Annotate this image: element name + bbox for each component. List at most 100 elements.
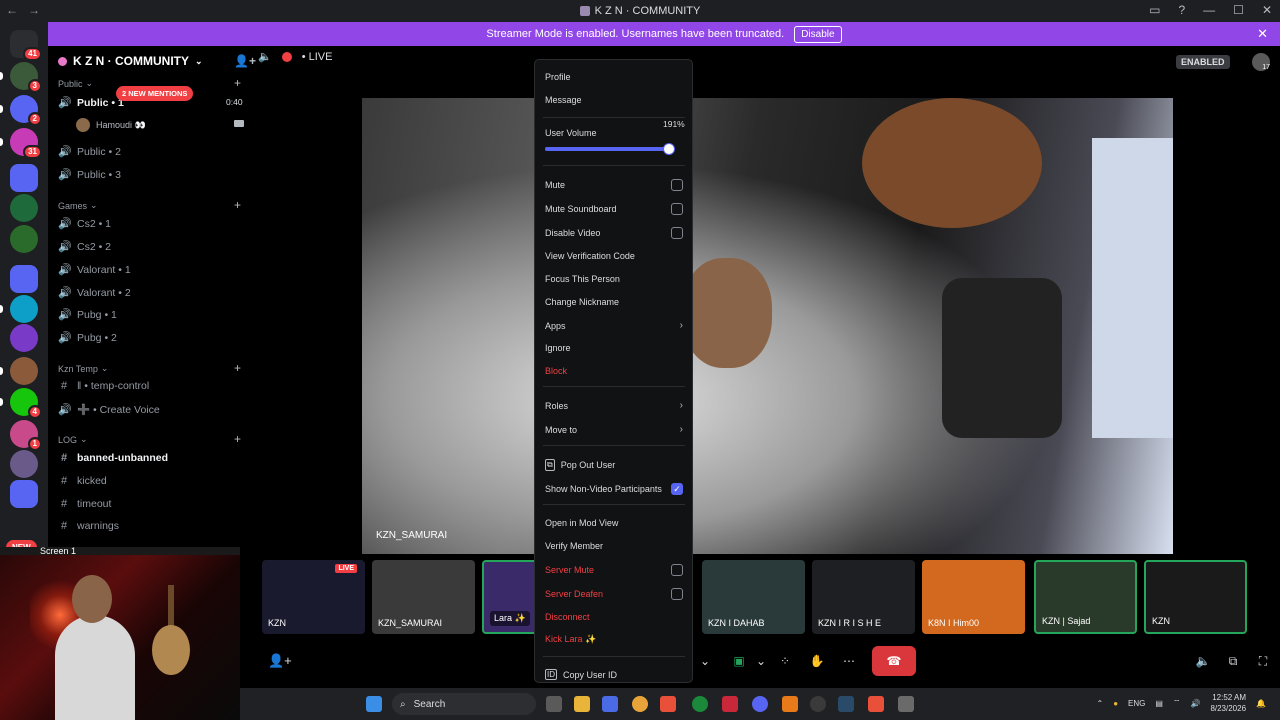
main-video[interactable] <box>362 98 1173 554</box>
fullscreen-icon[interactable]: ⛶ <box>1252 650 1274 672</box>
obs-icon[interactable] <box>810 696 826 712</box>
wifi-icon[interactable]: ⌔ <box>1173 698 1181 708</box>
more-icon[interactable]: ⋯ <box>838 650 860 672</box>
channel-item[interactable]: # ‖ • temp-control <box>58 380 248 392</box>
task-view-icon[interactable] <box>546 696 562 712</box>
channel-item[interactable]: 🔊 ➕ • Create Voice <box>58 403 248 416</box>
discord-icon[interactable] <box>752 696 768 712</box>
clock[interactable]: 12:52 AM 8/23/2026 <box>1210 692 1246 714</box>
terminal-icon[interactable] <box>898 696 914 712</box>
add-channel-icon[interactable]: + <box>234 432 241 446</box>
server-header[interactable]: K Z N · COMMUNITY ⌄ 👤+ <box>58 54 256 68</box>
server-icon[interactable] <box>10 164 38 192</box>
participant-tile[interactable]: KZN <box>1144 560 1247 634</box>
channel-category[interactable]: Games ⌄ + <box>58 198 241 212</box>
participant-tile[interactable]: K8N I Him00 <box>922 560 1025 634</box>
language-indicator[interactable]: ENG <box>1128 699 1145 708</box>
chevron-up-icon[interactable]: ⌃ <box>1096 699 1103 708</box>
channel-item[interactable]: # banned-unbanned <box>58 452 248 464</box>
windows-start-icon[interactable] <box>366 696 382 712</box>
menu-item-message[interactable]: Message <box>545 95 683 105</box>
menu-item-server-deafen[interactable]: Server Deafen <box>545 588 683 600</box>
channel-item[interactable]: 🔊 Valorant • 1 <box>58 263 248 277</box>
server-icon[interactable]: 1 <box>10 420 42 451</box>
help-icon[interactable]: ? <box>1178 3 1185 17</box>
brave-icon[interactable] <box>660 696 676 712</box>
menu-item-block[interactable]: Block <box>545 366 683 376</box>
checkbox[interactable] <box>671 179 683 191</box>
server-icon[interactable] <box>10 357 38 385</box>
menu-item-profile[interactable]: Profile <box>545 72 683 82</box>
participant-tile[interactable]: KZN LIVE <box>262 560 365 634</box>
server-icon[interactable]: 31 <box>10 128 42 159</box>
menu-item-pop-out-user[interactable]: ⧉ Pop Out User <box>545 459 683 471</box>
activity-icon[interactable]: ▣ <box>728 650 750 672</box>
apps-icon[interactable]: ⁘ <box>774 650 796 672</box>
invite-icon[interactable]: 👤+ <box>268 653 292 669</box>
capture-icon[interactable] <box>722 696 738 712</box>
server-icon[interactable]: 3 <box>10 62 42 93</box>
channel-item[interactable]: # warnings <box>58 520 248 532</box>
menu-item-view-verification-code[interactable]: View Verification Code <box>545 251 683 261</box>
maximize-icon[interactable]: ☐ <box>1233 3 1244 17</box>
participant-tile[interactable]: KZN | Sajad <box>1034 560 1137 634</box>
back-arrow-icon[interactable]: ← <box>6 3 18 17</box>
channel-item[interactable]: 🔊 Public • 2 <box>58 145 248 159</box>
add-user-icon[interactable]: 👤+ <box>234 54 256 68</box>
participant-tile[interactable]: KZN_SAMURAI <box>372 560 475 634</box>
menu-item-roles[interactable]: Roles › <box>545 400 683 411</box>
popout-icon[interactable]: ⧉ <box>1222 650 1244 672</box>
checkbox[interactable]: ✓ <box>671 483 683 495</box>
channel-category[interactable]: Public ⌄ + <box>58 76 241 90</box>
checkbox[interactable] <box>671 588 683 600</box>
shield-icon[interactable] <box>868 696 884 712</box>
channel-item[interactable]: 🔊 Public • 3 <box>58 168 248 182</box>
add-channel-icon[interactable]: + <box>234 361 241 375</box>
channel-item[interactable]: 🔊 Pubg • 1 <box>58 308 248 322</box>
server-icon[interactable] <box>10 295 38 323</box>
new-mentions-badge[interactable]: 2 NEW MENTIONS <box>116 86 194 101</box>
server-icon[interactable] <box>10 480 38 508</box>
volume-slider-handle[interactable] <box>662 143 675 155</box>
server-icon[interactable]: 4 <box>10 388 42 419</box>
menu-item-copy-user-id[interactable]: ID Copy User ID <box>545 669 683 680</box>
server-icon[interactable] <box>10 225 38 253</box>
channel-item[interactable]: # kicked <box>58 475 248 487</box>
store-icon[interactable] <box>602 696 618 712</box>
close-banner-icon[interactable]: ✕ <box>1257 26 1268 42</box>
checkbox[interactable] <box>671 227 683 239</box>
menu-item-change-nickname[interactable]: Change Nickname <box>545 297 683 307</box>
minimize-icon[interactable]: — <box>1203 3 1215 17</box>
file-explorer-icon[interactable] <box>574 696 590 712</box>
participant-tile[interactable]: KZN I DAHAB <box>702 560 805 634</box>
soundboard-icon[interactable]: ✋ <box>806 650 828 672</box>
taskbar-search[interactable]: ⌕ Search <box>392 693 536 715</box>
forward-arrow-icon[interactable]: → <box>28 3 40 17</box>
user-volume-slider[interactable] <box>545 143 675 155</box>
menu-item-verify-member[interactable]: Verify Member <box>545 541 683 551</box>
server-icon[interactable] <box>10 194 38 222</box>
participant-count-avatar[interactable]: 17 <box>1252 53 1270 71</box>
notification-icon[interactable]: 🔔 <box>1256 699 1266 708</box>
voice-user-row[interactable]: Hamoudi 👀 <box>76 118 244 132</box>
chrome-icon[interactable] <box>632 696 648 712</box>
channel-category[interactable]: LOG ⌄ + <box>58 432 241 446</box>
menu-item-mute[interactable]: Mute <box>545 179 683 191</box>
participant-tile[interactable]: KZN I R I S H E <box>812 560 915 634</box>
channel-item[interactable]: 🔊 Valorant • 2 <box>58 286 248 300</box>
menu-item-show-non-video-participants[interactable]: Show Non-Video Participants ✓ <box>545 483 683 495</box>
app-icon[interactable] <box>782 696 798 712</box>
inbox-icon[interactable]: ▭ <box>1149 3 1160 17</box>
add-channel-icon[interactable]: + <box>234 76 241 90</box>
channel-item[interactable]: # timeout <box>58 498 248 510</box>
volume-tray-icon[interactable]: 🔊 <box>1190 699 1200 708</box>
menu-item-server-mute[interactable]: Server Mute <box>545 564 683 576</box>
menu-item-move-to[interactable]: Move to › <box>545 424 683 435</box>
checkbox[interactable] <box>671 564 683 576</box>
network-icon[interactable]: ▤ <box>1155 699 1163 708</box>
menu-item-mute-soundboard[interactable]: Mute Soundboard <box>545 203 683 215</box>
server-icon[interactable]: 2 <box>10 95 42 126</box>
server-icon[interactable]: 41 <box>10 30 42 61</box>
server-icon[interactable] <box>10 265 38 293</box>
chevron-down-icon[interactable]: ⌄ <box>694 650 716 672</box>
